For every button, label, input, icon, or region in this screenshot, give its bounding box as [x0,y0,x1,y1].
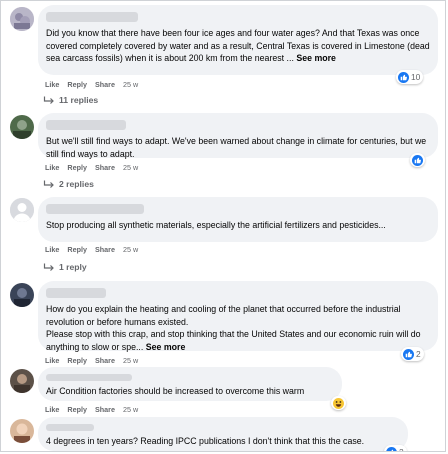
comment-bubble: 4 degrees in ten years? Reading IPCC pub… [38,417,408,451]
comment-actions: Like Reply Share 25 w [45,405,146,414]
comment-text: 4 degrees in ten years? Reading IPCC pub… [46,436,365,446]
reaction-summary[interactable] [331,396,346,410]
comment-text: Did you know that there have been four i… [46,28,430,64]
author-name-redacted [46,204,144,214]
reply-button[interactable]: Reply [67,245,87,254]
reply-arrow-icon [43,96,54,104]
timestamp[interactable]: 25 w [123,405,138,414]
share-button[interactable]: Share [95,80,115,89]
comment-bubble: How do you explain the heating and cooli… [38,281,438,352]
comment-actions: Like Reply Share 25 w [45,245,146,254]
like-button[interactable]: Like [45,163,59,172]
timestamp[interactable]: 25 w [123,163,138,172]
share-button[interactable]: Share [95,356,115,365]
view-replies-button[interactable]: 1 reply [43,262,87,272]
comment-text: Air Condition factories should be increa… [46,386,305,396]
author-name-redacted [46,120,126,130]
comment-actions: Like Reply Share 25 w [45,356,146,365]
reaction-summary[interactable]: 2 [384,445,407,451]
like-reaction-icon [386,446,397,451]
timestamp[interactable]: 25 w [123,80,138,89]
author-name-redacted [46,288,106,298]
reply-button[interactable]: Reply [67,163,87,172]
view-replies-button[interactable]: 11 replies [43,95,98,105]
avatar[interactable] [10,283,34,307]
like-reaction-icon [403,348,414,360]
reply-arrow-icon [43,263,54,271]
like-button[interactable]: Like [45,405,59,414]
reaction-summary[interactable] [410,153,425,167]
timestamp[interactable]: 25 w [123,245,138,254]
avatar[interactable] [10,115,34,139]
haha-reaction-icon [333,397,344,409]
comment-actions: Like Reply Share 25 w [45,163,146,172]
comment-text: Stop producing all synthetic materials, … [46,220,386,230]
like-reaction-icon [412,154,423,166]
like-button[interactable]: Like [45,245,59,254]
comment-text: But we'll still find ways to adapt. We'v… [46,136,427,159]
author-name-redacted [46,12,138,22]
reaction-summary[interactable]: 2 [401,347,424,361]
like-button[interactable]: Like [45,356,59,365]
avatar[interactable] [10,7,34,31]
author-name-redacted [46,424,94,431]
default-avatar-icon[interactable] [10,198,34,222]
reply-button[interactable]: Reply [67,405,87,414]
author-name-redacted [46,374,132,381]
see-more-link[interactable]: See more [146,342,186,352]
like-button[interactable]: Like [45,80,59,89]
comment-bubble: Stop producing all synthetic materials, … [38,197,438,242]
share-button[interactable]: Share [95,245,115,254]
avatar[interactable] [10,419,34,443]
avatar[interactable] [10,369,34,393]
share-button[interactable]: Share [95,405,115,414]
reply-button[interactable]: Reply [67,80,87,89]
timestamp[interactable]: 25 w [123,356,138,365]
comment-actions: Like Reply Share 25 w [45,80,146,89]
like-reaction-icon [398,71,409,83]
share-button[interactable]: Share [95,163,115,172]
reply-button[interactable]: Reply [67,356,87,365]
view-replies-button[interactable]: 2 replies [43,179,94,189]
comments-panel: Did you know that there have been four i… [0,0,446,452]
comment-bubble: Did you know that there have been four i… [38,5,438,75]
reaction-summary[interactable]: 10 [396,70,424,84]
comment-text: How do you explain the heating and cooli… [46,304,421,352]
comment-bubble: Air Condition factories should be increa… [38,367,342,401]
see-more-link[interactable]: See more [296,53,336,63]
reply-arrow-icon [43,180,54,188]
comment-bubble: But we'll still find ways to adapt. We'v… [38,113,438,159]
